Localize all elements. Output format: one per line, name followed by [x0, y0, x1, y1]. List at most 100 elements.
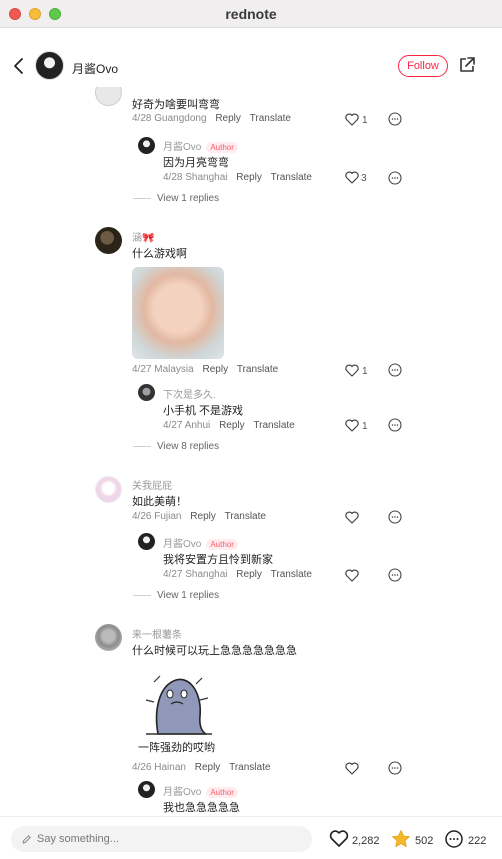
heart-icon[interactable] — [345, 762, 359, 775]
comment-date: 4/27 — [132, 364, 152, 375]
comment-input[interactable]: Say something... — [11, 826, 312, 852]
translate-link[interactable]: Translate — [253, 420, 294, 431]
reply-text: 我将安置方且怜到新家 — [163, 554, 273, 566]
comment-date: 4/26 — [132, 762, 152, 773]
commenter-avatar[interactable] — [95, 227, 122, 254]
author-badge: Author — [206, 786, 238, 798]
post-header: 月酱Ovo Follow — [0, 29, 502, 87]
reply-link[interactable]: Reply — [236, 172, 262, 183]
reply-location: Shanghai — [185, 172, 228, 183]
comment-sticker[interactable]: 一阵强劲的哎哟 — [132, 672, 224, 760]
reply-date: 4/27 — [163, 569, 183, 580]
view-replies-link[interactable]: View 1 replies — [133, 193, 219, 204]
star-icon[interactable] — [391, 829, 411, 849]
comment-meta: 4/26 Fujian Reply Translate — [132, 511, 266, 522]
heart-icon[interactable] — [345, 569, 359, 582]
window-titlebar: rednote — [0, 0, 502, 28]
reply-meta: 4/28 Shanghai Reply Translate — [163, 172, 312, 183]
commenter-name: 来一根薯条 — [132, 630, 182, 641]
comment-bubble-icon[interactable] — [388, 568, 402, 582]
comment-bubble-icon[interactable] — [444, 829, 464, 849]
comment-location: Guangdong — [154, 113, 207, 124]
back-arrow-icon[interactable] — [12, 56, 26, 76]
translate-link[interactable]: Translate — [271, 172, 312, 183]
author-avatar[interactable] — [35, 51, 64, 80]
collect-total: 502 — [415, 835, 434, 847]
share-icon[interactable] — [458, 56, 476, 74]
comment-bubble-icon[interactable] — [388, 510, 402, 524]
follow-button[interactable]: Follow — [398, 55, 448, 77]
reply-author-name: 下次是多久. — [163, 390, 216, 401]
author-badge: Author — [206, 141, 238, 153]
window-title: rednote — [225, 6, 277, 22]
commenter-name: 涵🎀 — [132, 233, 155, 244]
reply-text: 因为月亮弯弯 — [163, 157, 229, 169]
translate-link[interactable]: Translate — [225, 511, 266, 522]
reply-date: 4/27 — [163, 420, 183, 431]
comment-date: 4/28 — [132, 113, 152, 124]
view-replies-link[interactable]: View 1 replies — [133, 590, 219, 601]
comment-date: 4/26 — [132, 511, 152, 522]
comment-text: 好奇为啥要叫弯弯 — [132, 99, 220, 111]
reply-link[interactable]: Reply — [219, 420, 245, 431]
reply-link[interactable]: Reply — [195, 762, 221, 773]
reply-location: Anhui — [184, 420, 211, 431]
comment-meta: 4/27 Malaysia Reply Translate — [132, 364, 278, 375]
reply-link[interactable]: Reply — [190, 511, 216, 522]
reply-author-name: 月酱Ovo Author — [163, 138, 238, 153]
translate-link[interactable]: Translate — [229, 762, 270, 773]
like-count: 3 — [361, 173, 367, 184]
reply-author-name: 月酱Ovo Author — [163, 783, 238, 798]
reply-link[interactable]: Reply — [236, 569, 262, 580]
comment-location: Hainan — [154, 762, 186, 773]
like-total: 2,282 — [352, 835, 380, 847]
comment-bubble-icon[interactable] — [388, 171, 402, 185]
commenter-avatar[interactable] — [95, 476, 122, 503]
view-replies-link[interactable]: View 8 replies — [133, 441, 219, 452]
commenter-avatar[interactable] — [95, 87, 122, 106]
reply-link[interactable]: Reply — [215, 113, 241, 124]
bottom-action-bar: Say something... 2,282 502 222 — [0, 816, 502, 859]
comment-meta: 4/26 Hainan Reply Translate — [132, 762, 270, 773]
heart-icon[interactable] — [345, 511, 359, 524]
comment-text: 什么游戏啊 — [132, 248, 187, 260]
reply-date: 4/28 — [163, 172, 183, 183]
reply-avatar[interactable] — [138, 533, 155, 550]
comments-list: 好奇为啥要叫弯弯 4/28 Guangdong Reply Translate … — [0, 87, 502, 816]
comment-bubble-icon[interactable] — [388, 761, 402, 775]
reply-avatar[interactable] — [138, 137, 155, 154]
comment-total: 222 — [468, 835, 487, 847]
reply-avatar[interactable] — [138, 781, 155, 798]
reply-author-name: 月酱Ovo Author — [163, 535, 238, 550]
reply-text: 我也急急急急急 — [163, 802, 240, 814]
sticker-caption: 一阵强劲的哎哟 — [138, 742, 215, 754]
like-count: 1 — [362, 115, 368, 126]
comment-location: Malaysia — [154, 364, 194, 375]
like-count: 1 — [362, 366, 368, 377]
heart-icon[interactable] — [329, 829, 349, 849]
heart-icon[interactable] — [345, 113, 359, 126]
commenter-name: 关我屁屁 — [132, 481, 172, 492]
sticker-figure — [145, 675, 212, 735]
comment-photo[interactable] — [132, 267, 224, 359]
comment-bubble-icon[interactable] — [388, 112, 402, 126]
translate-link[interactable]: Translate — [250, 113, 291, 124]
comment-meta: 4/28 Guangdong Reply Translate — [132, 113, 291, 124]
comment-text: 什么时候可以玩上急急急急急急急 — [132, 645, 297, 657]
reply-avatar[interactable] — [138, 384, 155, 401]
heart-icon[interactable] — [345, 419, 359, 432]
comment-bubble-icon[interactable] — [388, 418, 402, 432]
comment-location: Fujian — [154, 511, 182, 522]
translate-link[interactable]: Translate — [237, 364, 278, 375]
pencil-icon — [22, 835, 31, 844]
commenter-avatar[interactable] — [95, 624, 122, 651]
reply-meta: 4/27 Shanghai Reply Translate — [163, 569, 312, 580]
translate-link[interactable]: Translate — [271, 569, 312, 580]
heart-icon[interactable] — [345, 364, 359, 377]
comment-bubble-icon[interactable] — [388, 363, 402, 377]
comment-text: 如此美萌！ — [132, 496, 187, 508]
heart-icon[interactable] — [345, 171, 359, 184]
author-badge: Author — [206, 538, 238, 550]
author-name[interactable]: 月酱Ovo — [72, 60, 118, 77]
reply-link[interactable]: Reply — [203, 364, 229, 375]
